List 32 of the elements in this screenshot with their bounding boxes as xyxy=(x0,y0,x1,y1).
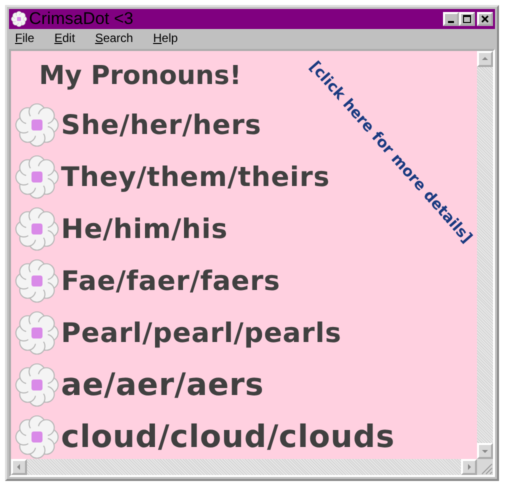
flower-icon xyxy=(15,415,59,459)
flower-icon xyxy=(15,259,59,303)
flower-icon xyxy=(11,11,27,27)
pronoun-text: She/her/hers xyxy=(61,110,262,140)
scroll-down-button[interactable] xyxy=(477,443,493,459)
menu-item[interactable]: File xyxy=(13,31,42,45)
close-button[interactable] xyxy=(477,12,493,26)
pronoun-text: Fae/faer/faers xyxy=(61,266,280,296)
flower-icon xyxy=(15,363,59,407)
pronoun-text: ae/aer/aers xyxy=(61,367,264,403)
flower-icon xyxy=(15,207,59,251)
close-icon xyxy=(480,14,490,24)
menu-item[interactable]: Edit xyxy=(52,31,84,45)
pronoun-text: They/them/theirs xyxy=(61,162,330,192)
scroll-left-button[interactable] xyxy=(11,459,27,475)
heading: My Pronouns! xyxy=(39,60,242,93)
flower-icon xyxy=(15,103,59,147)
pronoun-text: Pearl/pearl/pearls xyxy=(61,318,342,348)
maximize-button[interactable] xyxy=(459,12,475,26)
menu-item[interactable]: Search xyxy=(93,31,142,45)
minimize-button[interactable] xyxy=(443,12,459,26)
maximize-icon xyxy=(462,14,472,24)
flower-icon xyxy=(15,311,59,355)
scroll-right-button[interactable] xyxy=(461,459,477,475)
minimize-icon xyxy=(448,21,454,23)
scroll-up-button[interactable] xyxy=(477,51,493,67)
flower-icon xyxy=(15,155,59,199)
window-title: CrimsaDot <3 xyxy=(29,9,134,29)
pronoun-text: He/him/his xyxy=(61,214,228,244)
pronoun-text: cloud/cloud/clouds xyxy=(61,419,395,455)
resize-grip-icon[interactable] xyxy=(477,459,493,475)
menu-item[interactable]: Help xyxy=(151,31,186,45)
